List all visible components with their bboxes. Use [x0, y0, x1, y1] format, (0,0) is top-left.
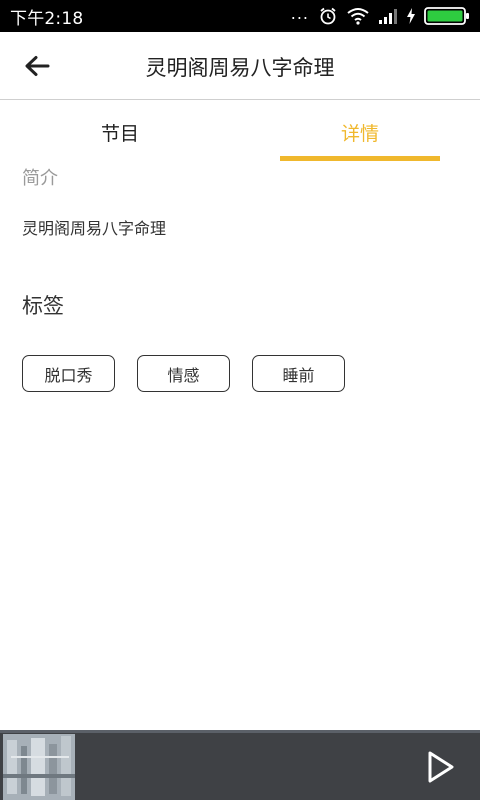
status-icons: ... [291, 6, 470, 26]
battery-icon [424, 7, 469, 25]
tag-talk-show[interactable]: 脱口秀 [22, 355, 115, 392]
player-bar [0, 730, 480, 800]
tag-emotion[interactable]: 情感 [137, 355, 230, 392]
tags-heading: 标签 [22, 294, 64, 318]
tag-bedtime[interactable]: 睡前 [252, 355, 345, 392]
status-bar: 下午2:18 ... [0, 0, 480, 32]
intro-text: 灵明阁周易八字命理 [22, 219, 167, 238]
page-title: 灵明阁周易八字命理 [145, 56, 335, 80]
signal-icon [379, 9, 397, 24]
tab-bar: 节目 详情 [0, 101, 480, 161]
header: 灵明阁周易八字命理 [0, 32, 480, 100]
active-tab-indicator [280, 156, 440, 161]
tag-list: 脱口秀 情感 睡前 [22, 355, 345, 392]
alarm-icon [320, 7, 336, 25]
arrow-left-icon [25, 56, 50, 76]
notification-dots: ... [290, 4, 309, 23]
intro-label: 简介 [22, 168, 58, 189]
charging-icon [407, 8, 415, 24]
album-cover-image[interactable] [3, 734, 75, 800]
play-button[interactable] [424, 750, 458, 784]
back-button[interactable] [20, 51, 54, 81]
status-time: 下午2:18 [10, 8, 84, 29]
tab-programs[interactable]: 节目 [40, 101, 200, 161]
tab-details[interactable]: 详情 [280, 101, 440, 161]
play-icon [428, 751, 454, 783]
wifi-icon [347, 8, 369, 25]
